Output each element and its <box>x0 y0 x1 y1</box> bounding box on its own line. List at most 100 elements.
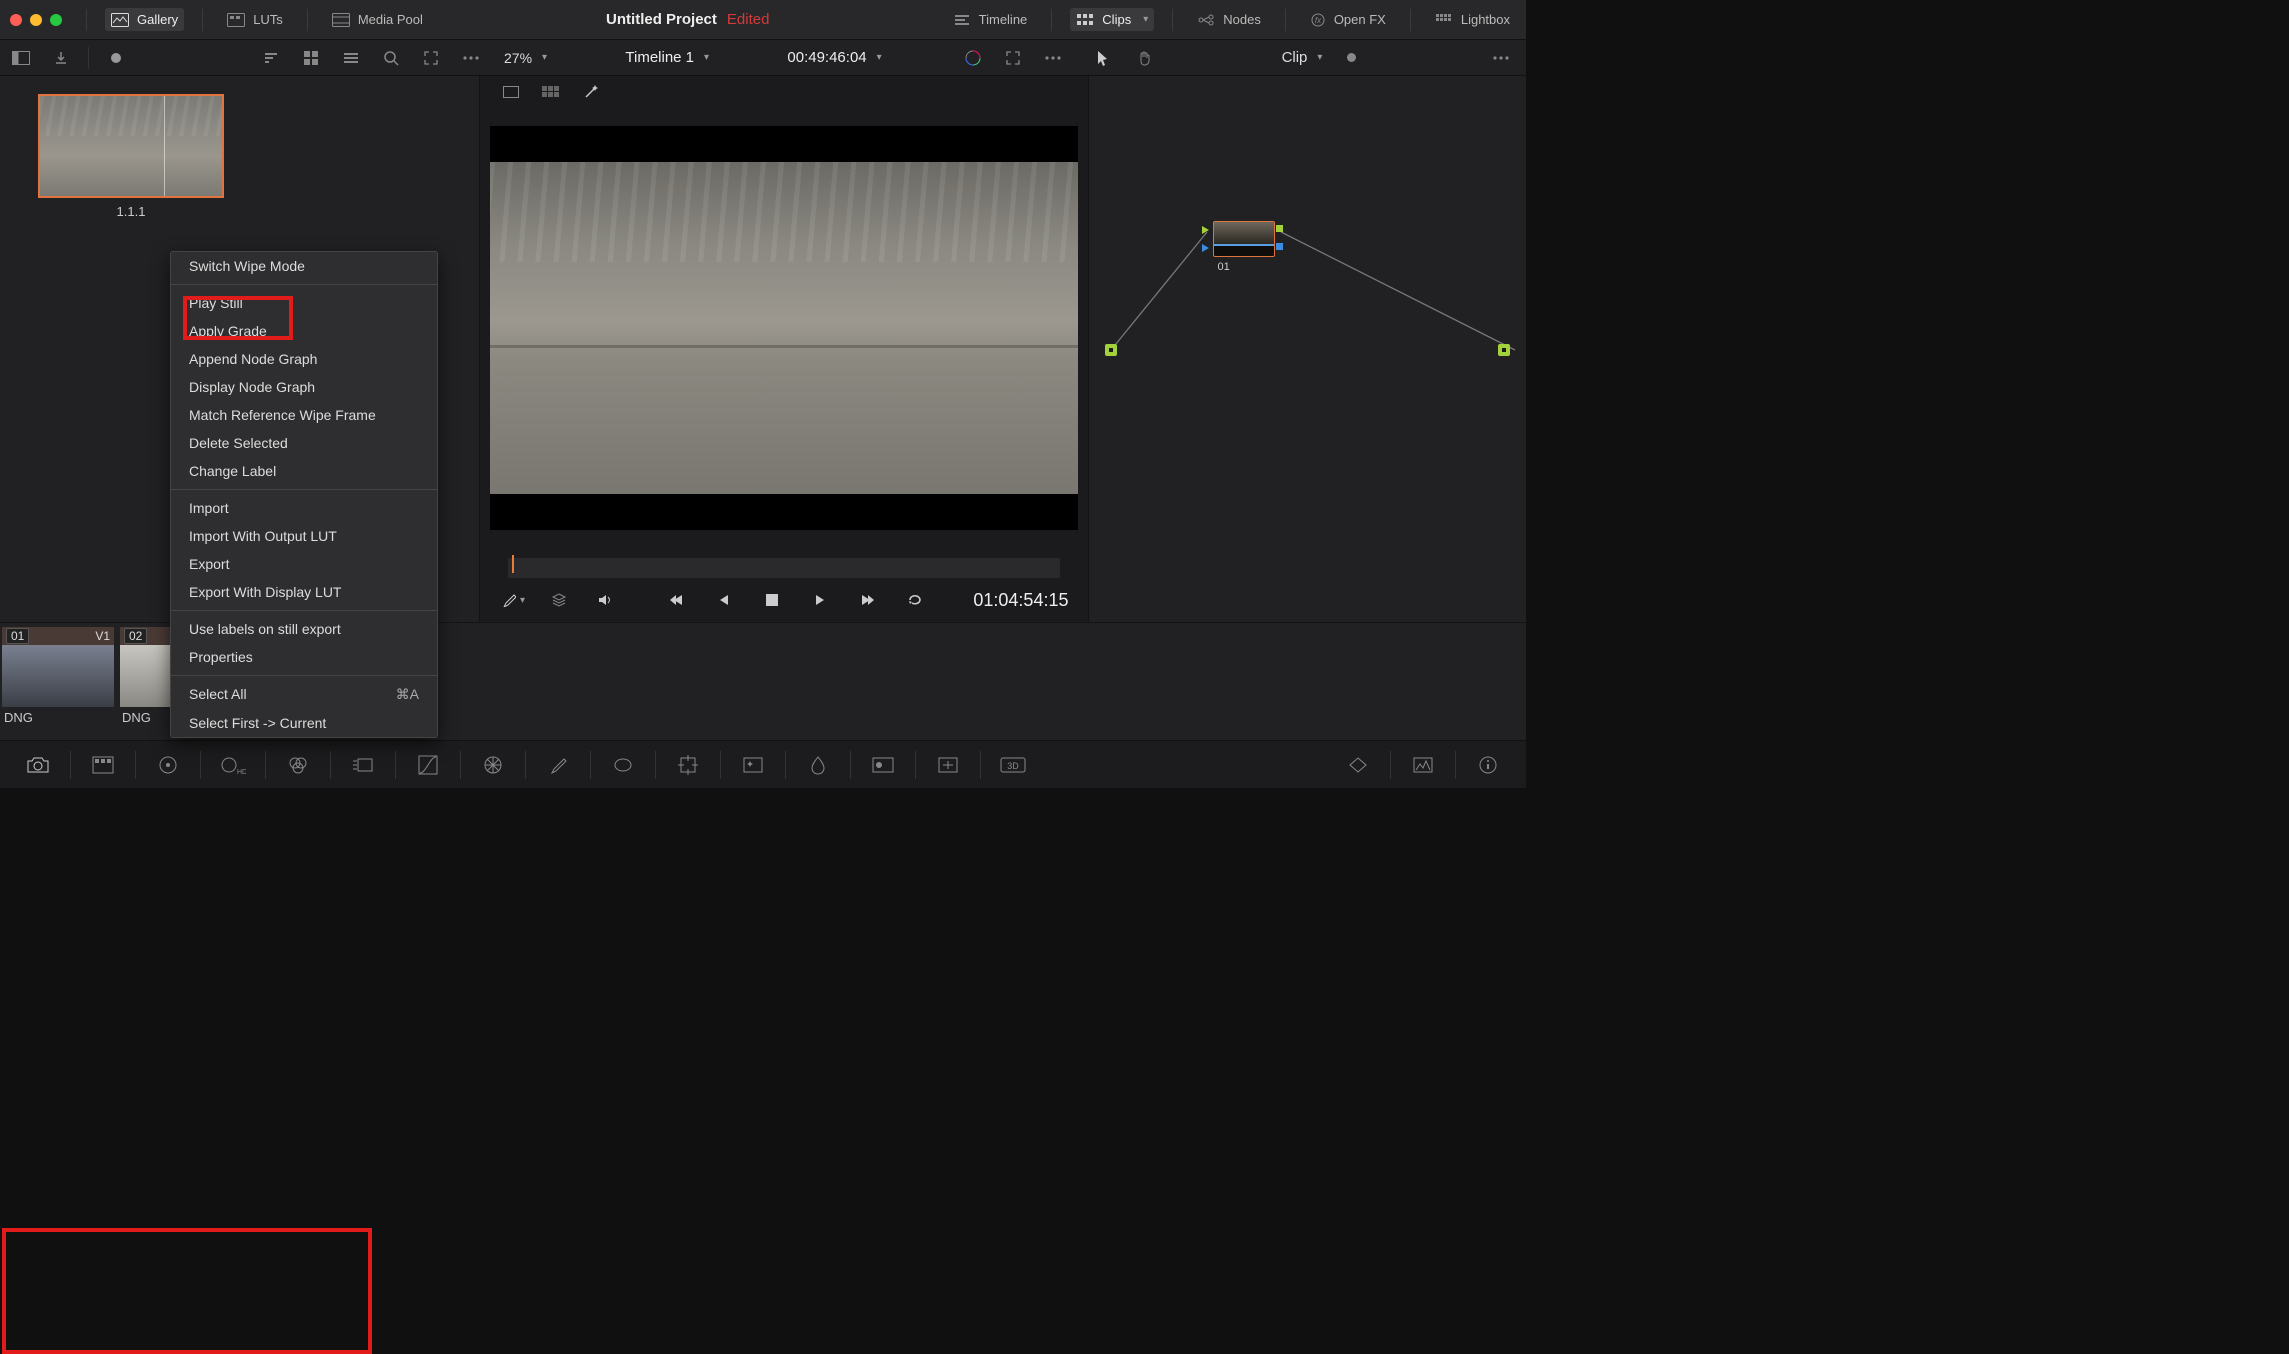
annotation-highlight-clips <box>2 1228 372 1354</box>
magic-mask-icon[interactable] <box>721 741 785 788</box>
keyframes-icon[interactable] <box>1326 741 1390 788</box>
blur-icon[interactable] <box>786 741 850 788</box>
clip-label-text: Clip <box>1282 49 1308 66</box>
project-title: Untitled Project Edited <box>606 11 769 28</box>
ctx-import[interactable]: Import <box>171 494 437 522</box>
node-01[interactable]: 01 <box>1213 221 1275 257</box>
go-start-icon[interactable] <box>663 587 689 613</box>
hand-tool-icon[interactable] <box>1132 45 1158 71</box>
list-view-icon[interactable] <box>338 45 364 71</box>
single-view-icon[interactable] <box>498 79 524 105</box>
ctx-match-reference-wipe[interactable]: Match Reference Wipe Frame <box>171 401 437 429</box>
gallery-icon <box>111 13 129 27</box>
fullscreen-icon[interactable] <box>1000 45 1026 71</box>
edited-badge: Edited <box>727 11 770 28</box>
gallery-panel: 1.1.1 Switch Wipe Mode Play Still Apply … <box>0 76 480 622</box>
go-end-icon[interactable] <box>855 587 881 613</box>
panel-toggle-button[interactable] <box>8 45 34 71</box>
ctx-append-node-graph[interactable]: Append Node Graph <box>171 345 437 373</box>
mediapool-tab[interactable]: Media Pool <box>326 8 429 31</box>
sort-icon[interactable] <box>258 45 284 71</box>
zoom-value: 27% <box>504 50 532 66</box>
qualifier-icon[interactable] <box>526 741 590 788</box>
info-icon[interactable] <box>1456 741 1520 788</box>
node-rgb-out-icon <box>1276 225 1283 232</box>
luts-tab[interactable]: LUTs <box>221 8 289 31</box>
ctx-export-with-display-lut[interactable]: Export With Display LUT <box>171 578 437 606</box>
clip-dot-icon[interactable] <box>1338 45 1364 71</box>
zoom-dropdown[interactable]: 27% <box>504 50 547 66</box>
svg-text:fx: fx <box>1315 16 1322 25</box>
viewer-image[interactable] <box>490 162 1078 494</box>
close-window-button[interactable] <box>10 14 22 26</box>
viewer-more-icon[interactable] <box>1040 45 1066 71</box>
window-icon[interactable] <box>591 741 655 788</box>
project-name: Untitled Project <box>606 11 717 28</box>
stop-icon[interactable] <box>759 587 785 613</box>
timeline-name-dropdown[interactable]: Timeline 1 <box>625 49 709 66</box>
sizing-icon[interactable] <box>916 741 980 788</box>
more-options-icon[interactable] <box>458 45 484 71</box>
color-wheels-icon[interactable] <box>136 741 200 788</box>
ctx-play-still[interactable]: Play Still <box>171 289 437 317</box>
camera-raw-icon[interactable] <box>6 741 70 788</box>
clips-tab[interactable]: Clips <box>1070 8 1154 31</box>
lightbox-tab[interactable]: Lightbox <box>1429 8 1516 31</box>
magic-wand-icon[interactable] <box>578 79 604 105</box>
ctx-display-node-graph[interactable]: Display Node Graph <box>171 373 437 401</box>
ctx-select-first-current[interactable]: Select First -> Current <box>171 709 437 737</box>
pointer-tool-icon[interactable] <box>1090 45 1116 71</box>
record-dot-icon[interactable] <box>103 45 129 71</box>
multi-view-icon[interactable] <box>538 79 564 105</box>
tracker-icon[interactable] <box>656 741 720 788</box>
curves-icon[interactable] <box>396 741 460 788</box>
node-output-port[interactable] <box>1498 344 1510 356</box>
ctx-export[interactable]: Export <box>171 550 437 578</box>
color-match-icon[interactable] <box>71 741 135 788</box>
transport-timecode[interactable]: 01:04:54:15 <box>973 590 1068 611</box>
gallery-still-thumbnail[interactable] <box>38 94 224 198</box>
eyedropper-icon[interactable] <box>500 587 526 613</box>
rgb-mixer-icon[interactable] <box>266 741 330 788</box>
expand-icon[interactable] <box>418 45 444 71</box>
color-warper-icon[interactable] <box>461 741 525 788</box>
clip-dropdown[interactable]: Clip <box>1282 49 1323 66</box>
key-icon[interactable] <box>851 741 915 788</box>
download-icon[interactable] <box>48 45 74 71</box>
step-back-icon[interactable] <box>711 587 737 613</box>
openfx-tab[interactable]: fx Open FX <box>1304 8 1392 32</box>
gallery-tab[interactable]: Gallery <box>105 8 184 31</box>
3d-icon[interactable]: 3D <box>981 741 1045 788</box>
timeline-icon <box>953 13 971 27</box>
ctx-use-labels-still-export[interactable]: Use labels on still export <box>171 615 437 643</box>
clip-thumb-01[interactable]: 01V1 DNG <box>2 627 114 728</box>
ctx-delete-selected[interactable]: Delete Selected <box>171 429 437 457</box>
viewer-scrubber[interactable] <box>508 558 1060 578</box>
layers-icon[interactable] <box>546 587 572 613</box>
ctx-switch-wipe-mode[interactable]: Switch Wipe Mode <box>171 252 437 280</box>
loop-icon[interactable] <box>903 587 929 613</box>
color-wheel-icon[interactable] <box>960 45 986 71</box>
timecode-display[interactable]: 00:49:46:04 <box>787 49 881 66</box>
grid-view-icon[interactable] <box>298 45 324 71</box>
ctx-import-with-output-lut[interactable]: Import With Output LUT <box>171 522 437 550</box>
minimize-window-button[interactable] <box>30 14 42 26</box>
ctx-change-label[interactable]: Change Label <box>171 457 437 485</box>
search-icon[interactable] <box>378 45 404 71</box>
ctx-properties[interactable]: Properties <box>171 643 437 671</box>
subtoolbar: 27% Timeline 1 00:49:46:04 Clip <box>0 40 1526 76</box>
ctx-select-all[interactable]: Select All ⌘A <box>171 680 437 709</box>
maximize-window-button[interactable] <box>50 14 62 26</box>
timeline-tab[interactable]: Timeline <box>947 8 1034 31</box>
node-input-port[interactable] <box>1105 344 1117 356</box>
hdr-wheels-icon[interactable]: HDR <box>201 741 265 788</box>
nodes-tab[interactable]: Nodes <box>1191 8 1267 31</box>
scopes-icon[interactable] <box>1391 741 1455 788</box>
ctx-apply-grade[interactable]: Apply Grade <box>171 317 437 345</box>
ctx-select-all-label: Select All <box>189 686 247 703</box>
nodes-panel[interactable]: 01 <box>1088 76 1526 622</box>
nodes-more-icon[interactable] <box>1488 45 1514 71</box>
play-icon[interactable] <box>807 587 833 613</box>
motion-effects-icon[interactable] <box>331 741 395 788</box>
mute-icon[interactable] <box>592 587 618 613</box>
